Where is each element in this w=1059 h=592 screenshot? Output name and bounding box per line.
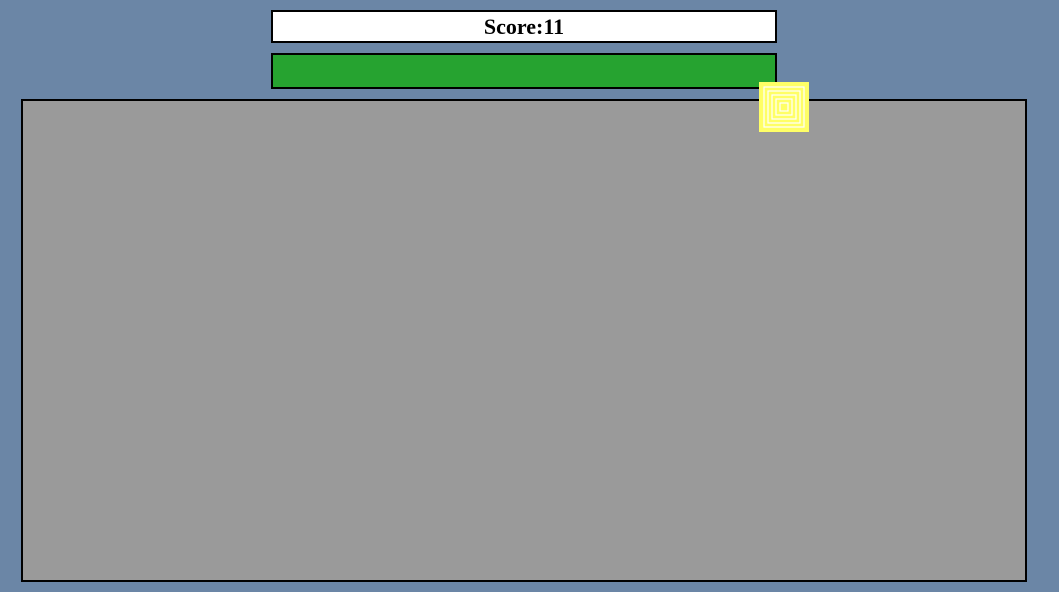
concentric-square-icon: [759, 82, 809, 132]
score-display: Score: 11: [271, 10, 777, 43]
play-area[interactable]: [21, 99, 1027, 582]
health-bar-fill: [273, 55, 775, 87]
player-square[interactable]: [759, 82, 809, 132]
health-bar: [271, 53, 777, 89]
score-label: Score:: [483, 13, 544, 39]
score-value: 11: [543, 13, 565, 39]
